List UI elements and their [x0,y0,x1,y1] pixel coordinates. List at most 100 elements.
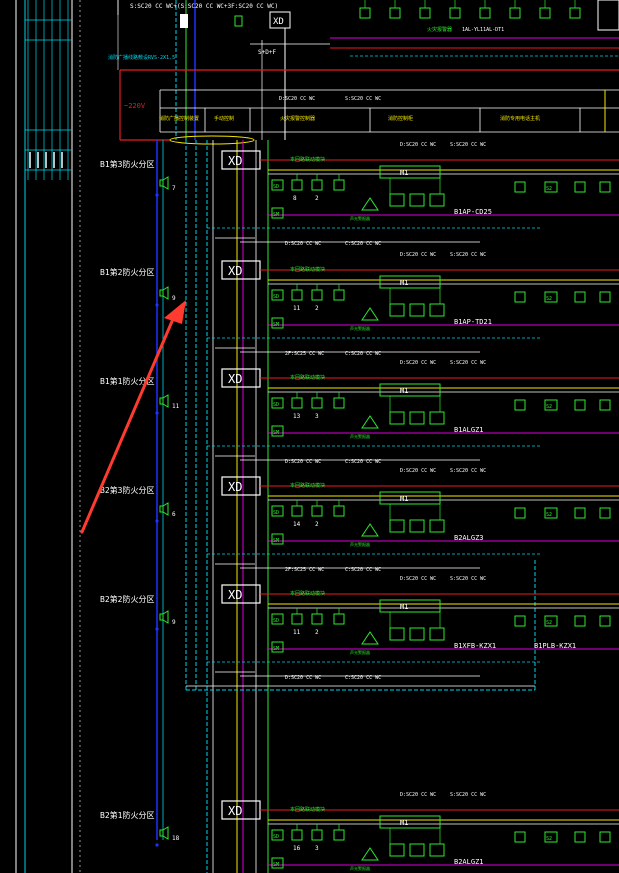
detector-box [333,505,345,517]
header-wire-label-2: S:SC20 CC WC [345,96,381,102]
sm-label: SM [273,538,279,544]
module-box [379,491,441,505]
wire-label-c: C:SC20 CC WC [345,459,381,465]
right-device-1 [514,399,526,411]
xd-label: XD [228,154,242,168]
top-right-header: 1AL-YL11AL-DT1 [462,27,504,33]
module-box [379,383,441,397]
speaker-number: 18 [172,835,180,842]
top-device-3 [449,7,461,19]
detector-count-a: 13 [293,413,301,420]
detector-box [311,289,323,301]
sd-label: SD [273,184,279,190]
wire-label-f: D:SC20 CC WC [285,675,321,681]
bus-annotation: 本回路联动模块 [290,266,325,273]
alarm-label: 声光警报器 [350,433,370,439]
wire-label-s: S:SC20 CC WC [450,468,486,474]
blue-node [155,843,159,847]
wire-label-s: S:SC20 CC WC [450,792,486,798]
top-device-5 [509,7,521,19]
right-device-4 [599,291,611,303]
top-sd-label: S+D+F [258,49,276,56]
cad-drawing: B1第3防火分区 7 XD 本回路联动模块 SD SM 8 2 声光警报器 M1 B1AP-CD25… [15,0,619,873]
bus-annotation: 本回路联动模块 [290,374,325,381]
blue-node [155,519,159,523]
right-device-1 [514,615,526,627]
top-device-6 [539,7,551,19]
equipment-tag-2: B1PLB-KZX1 [534,642,576,650]
module-relay-3 [429,193,445,207]
blue-node [155,193,159,197]
wire-label-c: C:SC20 CC WC [345,351,381,357]
module-relay-2 [409,303,425,317]
sm-label: SM [273,430,279,436]
wire-label-f: 2F:SC25 CC WC [285,351,324,357]
module-label: M1 [400,819,408,827]
top-device-0 [359,7,371,19]
voltage-label: ~220V [124,102,146,110]
right-device-3 [574,291,586,303]
equipment-tag: B1AP-CD25 [454,208,492,216]
detector-count-a: 14 [293,521,301,528]
wire-label-f: D:SC20 CC WC [285,459,321,465]
module-label: M1 [400,279,408,287]
speaker-icon [162,610,169,624]
detector-box [291,397,303,409]
wire-label-s: S:SC20 CC WC [450,252,486,258]
alarm-icon [361,847,379,861]
zone-group: B2第2防火分区 9 XD 本回路联动模块 SD SM 11 2 声光警报器 M1 B1XFB-KZ… [100,576,619,681]
right-device-3 [574,615,586,627]
alarm-icon [361,631,379,645]
module-relay-1 [389,303,405,317]
wire-label-d: D:SC20 CC WC [400,792,436,798]
speaker-body [159,829,164,837]
detector-count-a: 11 [293,305,301,312]
detector-box [311,505,323,517]
equipment-tag: B2ALGZ1 [454,858,484,866]
top-device [234,15,243,27]
right-device-3 [574,831,586,843]
right-device-4 [599,399,611,411]
top-cyan-note: 消防广播线路敷设RVS-2X1.5 [108,54,175,61]
alarm-icon [361,523,379,537]
right-device-4 [599,615,611,627]
sd-label: SD [273,402,279,408]
zone-name: B2第3防火分区 [100,485,154,495]
top-device-7 [569,7,581,19]
speaker-body [159,397,164,405]
speaker-icon [162,286,169,300]
module-relay-3 [429,843,445,857]
module-relay-3 [429,519,445,533]
wire-label-c: C:SC20 CC WC [345,567,381,573]
zone-name: B2第2防火分区 [100,594,154,604]
wire-label-d: D:SC20 CC WC [400,360,436,366]
xd-label: XD [228,588,242,602]
wire-label-s: S:SC20 CC WC [450,360,486,366]
right-device-3 [574,507,586,519]
speaker-body [159,505,164,513]
detector-box [291,829,303,841]
top-device-1 [389,7,401,19]
detector-box [333,179,345,191]
wire-label-c: C:SC20 CC WC [345,675,381,681]
module-relay-2 [409,193,425,207]
speaker-icon [162,826,169,840]
module-box [379,815,441,829]
module-relay-2 [409,519,425,533]
zone-group: B1第1防火分区11XD 本回路联动模块SDSM13 3声光警报器M1B1ALGZ1… [100,360,619,465]
module-relay-1 [389,519,405,533]
alarm-label: 声光警报器 [350,865,370,871]
sm-label: SM [273,646,279,652]
zone-group: B2第3防火分区 6 XD 本回路联动模块 SD SM 14 2 声光警报器 M1 B2ALGZ3 S… [100,468,619,573]
wire-label-s: S:SC20 CC WC [450,142,486,148]
blue-node [155,627,159,631]
bus-annotation: 本回路联动模块 [290,590,325,597]
detector-count-a: 16 [293,845,301,852]
zone-group: B1第2防火分区 9 XD 本回路联动模块 SD SM 11 2 声光警报器 M1 B1AP-TD2… [100,252,619,357]
detector-box [291,613,303,625]
alarm-label: 声光警报器 [350,325,370,331]
detector-box [311,397,323,409]
blue-node [155,411,159,415]
header-col1: 消防广播控制装置 [159,115,199,122]
header-col5: 消防专用电话主机 [500,115,540,122]
